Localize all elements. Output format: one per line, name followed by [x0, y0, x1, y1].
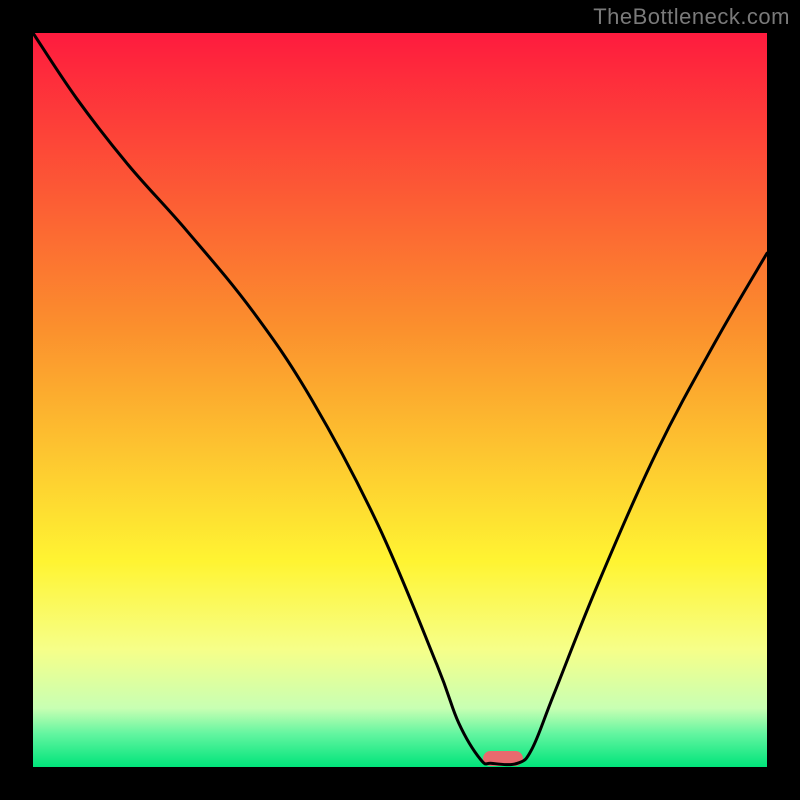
bottleneck-curve [33, 33, 767, 767]
watermark-text: TheBottleneck.com [593, 4, 790, 30]
plot-area [33, 33, 767, 767]
chart-frame: TheBottleneck.com [0, 0, 800, 800]
